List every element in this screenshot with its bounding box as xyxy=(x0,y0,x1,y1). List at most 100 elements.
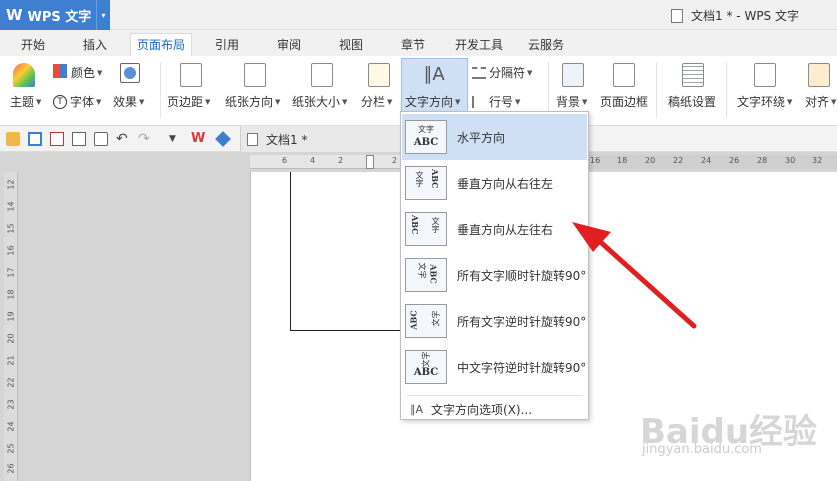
chevron-down-icon: ▼ xyxy=(139,97,145,106)
text-direction-button[interactable]: 文字方向 ▼ xyxy=(405,93,460,110)
ruler-tick: 6 xyxy=(282,156,288,165)
save-icon[interactable] xyxy=(28,132,42,146)
text-direction-label: 文字方向 xyxy=(405,95,454,109)
ruler-tick: 32 xyxy=(812,156,823,165)
paper-size-icon[interactable] xyxy=(311,63,333,87)
theme-icon[interactable] xyxy=(13,63,35,87)
document-icon xyxy=(247,132,258,146)
columns-label: 分栏 xyxy=(361,95,386,109)
icon-text: ABC xyxy=(408,310,419,330)
columns-icon[interactable] xyxy=(368,63,390,87)
tab-sections[interactable]: 章节 xyxy=(394,35,432,56)
breaks-label: 分隔符 xyxy=(489,66,526,80)
orientation-button[interactable]: 纸张方向 ▼ xyxy=(225,93,280,110)
menu-item-vertical-ltr[interactable]: 文字 ABC 垂直方向从左往右 xyxy=(402,206,587,252)
background-button[interactable]: 背景 ▼ xyxy=(556,93,587,110)
tab-cloud[interactable]: 云服务 xyxy=(524,35,568,56)
app-menu-button[interactable]: W WPS 文字 ▾ xyxy=(0,0,110,30)
menu-item-cjk-rotate-ccw[interactable]: 文字 ABC 中文字符逆时针旋转90° xyxy=(402,344,587,390)
line-numbers-label: 行号 xyxy=(489,95,514,109)
vertical-ruler[interactable]: 12 14 15 16 17 18 19 20 21 22 23 24 25 2… xyxy=(4,172,18,481)
paper-size-button[interactable]: 纸张大小 ▼ xyxy=(292,93,347,110)
cube-icon[interactable] xyxy=(215,131,231,147)
menu-item-label: 文字方向选项(X)... xyxy=(431,402,533,417)
text-wrap-button[interactable]: 文字环绕 ▼ xyxy=(737,93,792,110)
page-border-button[interactable]: 页面边框 xyxy=(600,93,648,110)
chevron-down-icon: ▼ xyxy=(342,97,348,106)
open-folder-icon[interactable] xyxy=(6,132,20,146)
effect-button[interactable]: 效果 ▼ xyxy=(113,93,144,110)
print-preview-icon[interactable] xyxy=(94,132,108,146)
orientation-icon[interactable] xyxy=(244,63,266,87)
menu-item-rotate-ccw[interactable]: ABC 文字 所有文字逆时针旋转90° xyxy=(402,298,587,344)
redo-icon[interactable]: ↷ xyxy=(138,132,152,146)
customize-toolbar-icon[interactable]: ▼ xyxy=(169,132,183,146)
ruler-tick: 20 xyxy=(6,333,16,344)
chevron-down-icon: ▼ xyxy=(96,97,102,106)
menu-item-horizontal[interactable]: 文字 ABC 水平方向 xyxy=(402,114,587,160)
indent-marker[interactable] xyxy=(366,155,374,169)
menu-item-rotate-cw[interactable]: 文字 ABC 所有文字顺时针旋转90° xyxy=(402,252,587,298)
chevron-down-icon: ▼ xyxy=(787,97,793,106)
ruler-tick: 18 xyxy=(6,289,16,300)
ruler-tick: 24 xyxy=(6,421,16,432)
margin-button[interactable]: 页边距 ▼ xyxy=(167,93,210,110)
color-button[interactable]: 颜色 ▼ xyxy=(71,64,102,81)
font-button[interactable]: T 字体 ▼ xyxy=(53,93,101,110)
breaks-button[interactable]: 分隔符 ▼ xyxy=(472,64,532,81)
tab-page-layout[interactable]: 页面布局 xyxy=(130,33,192,56)
horizontal-text-icon: 文字 ABC xyxy=(405,120,447,154)
align-icon[interactable] xyxy=(808,63,830,87)
document-icon xyxy=(671,8,684,23)
document-tab[interactable]: 文档1 * xyxy=(240,126,410,152)
wps-logo-icon: W xyxy=(6,6,23,24)
text-wrap-icon[interactable] xyxy=(754,63,776,87)
ruler-tick: 14 xyxy=(6,201,16,212)
background-icon[interactable] xyxy=(562,63,584,87)
orientation-label: 纸张方向 xyxy=(225,95,274,109)
ribbon-separator xyxy=(726,62,727,118)
text-direction-options-icon: ∥A xyxy=(410,402,424,416)
menu-item-text-direction-options[interactable]: ∥A 文字方向选项(X)... xyxy=(402,399,587,419)
theme-button[interactable]: 主题 ▼ xyxy=(10,93,41,110)
ruler-tick: 23 xyxy=(6,399,16,410)
icon-text: 文字 xyxy=(415,171,424,187)
ruler-tick: 16 xyxy=(590,156,601,165)
export-pdf-icon[interactable] xyxy=(50,132,64,146)
icon-text: ABC xyxy=(430,169,440,189)
tab-insert[interactable]: 插入 xyxy=(76,35,114,56)
page-border-icon[interactable] xyxy=(613,63,635,87)
chevron-down-icon: ▼ xyxy=(582,97,588,106)
columns-button[interactable]: 分栏 ▼ xyxy=(361,93,392,110)
baidu-watermark-url: jingyan.baidu.com xyxy=(642,442,762,457)
tab-review[interactable]: 审阅 xyxy=(270,35,308,56)
print-icon[interactable] xyxy=(72,132,86,146)
menu-divider xyxy=(407,395,583,396)
effect-icon[interactable] xyxy=(120,63,140,83)
menu-item-vertical-rtl[interactable]: 文字 ABC 垂直方向从右往左 xyxy=(402,160,587,206)
chevron-down-icon: ▼ xyxy=(205,97,211,106)
paper-settings-icon[interactable] xyxy=(682,63,704,87)
undo-icon[interactable]: ↶ xyxy=(116,132,130,146)
app-name: WPS 文字 xyxy=(27,9,92,25)
ribbon-separator xyxy=(160,62,161,118)
font-label: 字体 xyxy=(70,95,95,109)
tab-view[interactable]: 视图 xyxy=(332,35,370,56)
chevron-down-icon[interactable]: ▾ xyxy=(96,0,110,30)
icon-text: 文字 xyxy=(421,351,431,368)
tab-developer[interactable]: 开发工具 xyxy=(450,35,508,56)
menu-tabs: 开始 插入 页面布局 引用 审阅 视图 章节 开发工具 云服务 xyxy=(0,30,837,56)
paper-settings-button[interactable]: 稿纸设置 xyxy=(668,93,716,110)
tab-home[interactable]: 开始 xyxy=(14,35,52,56)
ruler-tick: 18 xyxy=(617,156,628,165)
ruler-tick: 20 xyxy=(645,156,656,165)
align-button[interactable]: 对齐 ▼ xyxy=(805,93,836,110)
menu-item-label: 垂直方向从左往右 xyxy=(457,222,554,237)
tab-references[interactable]: 引用 xyxy=(208,35,246,56)
margin-icon[interactable] xyxy=(180,63,202,87)
line-numbers-button[interactable]: 行号 ▼ xyxy=(472,93,520,110)
page-border-label: 页面边框 xyxy=(600,95,649,109)
ruler-tick: 17 xyxy=(6,267,16,278)
icon-text: 文字 xyxy=(431,310,441,327)
wps-cloud-icon[interactable]: W xyxy=(191,132,205,146)
